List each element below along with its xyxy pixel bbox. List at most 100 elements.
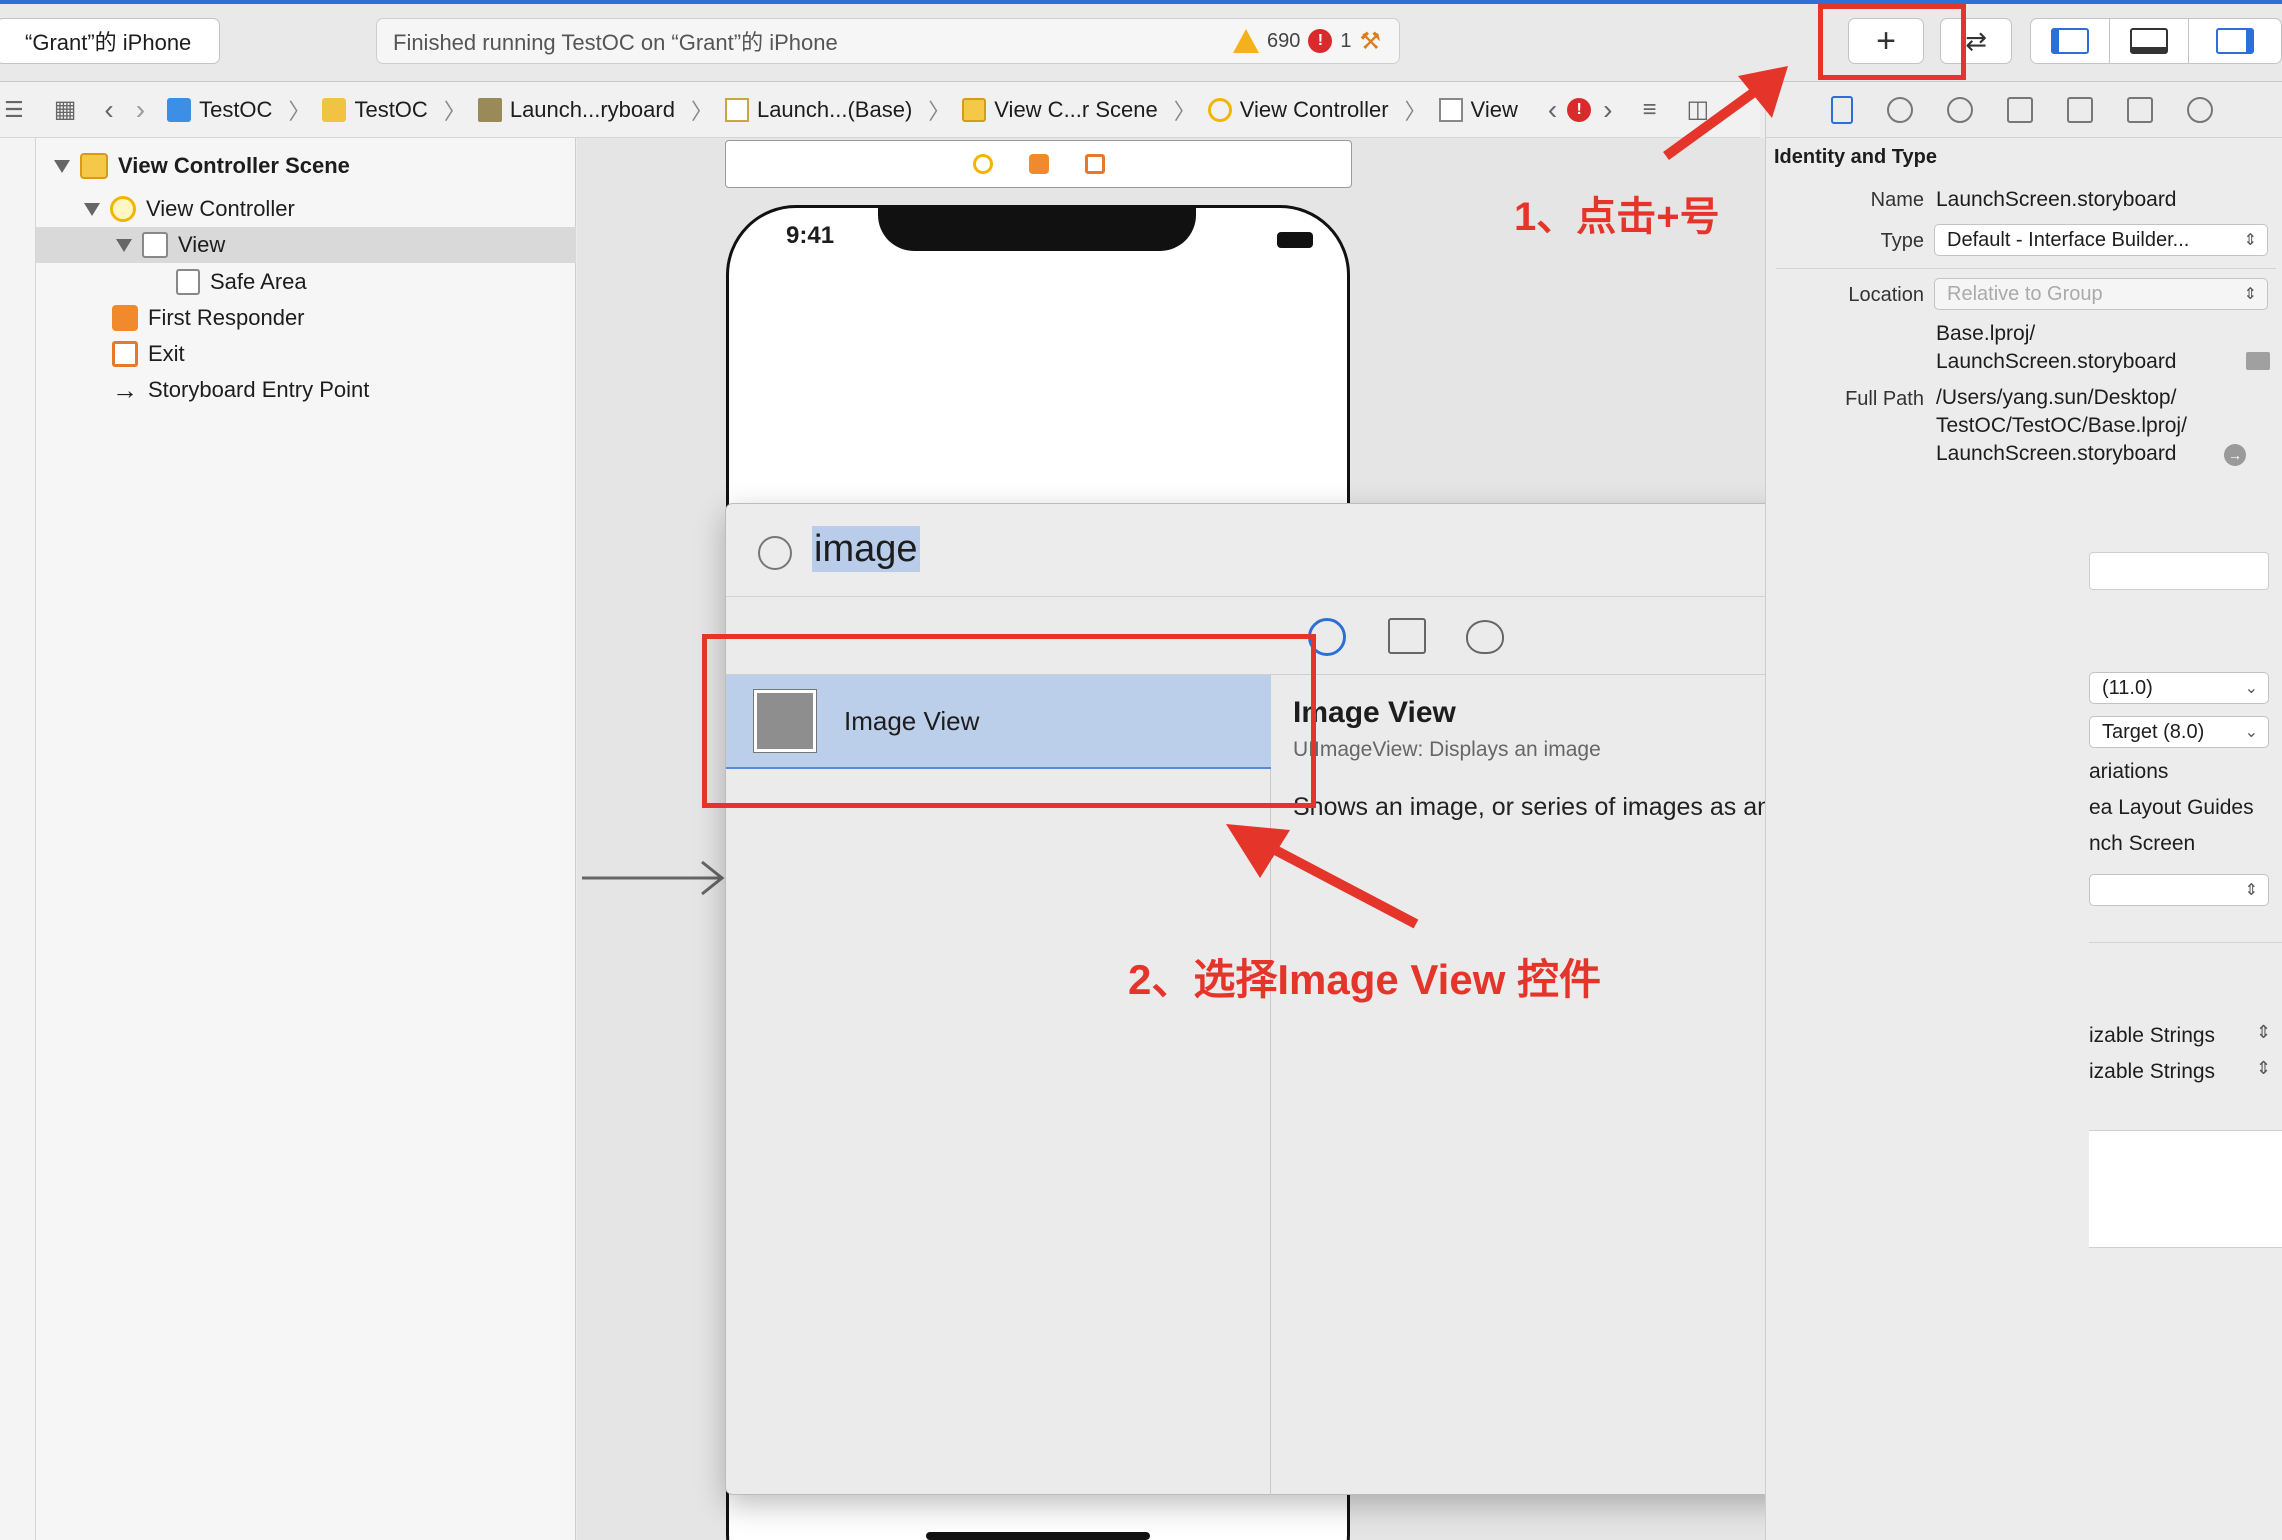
safe-area-guides-checkbox-label[interactable]: ea Layout Guides [2089,796,2254,820]
type-popup[interactable]: Default - Interface Builder... ⇕ [1934,224,2268,256]
grid-icon[interactable]: ▦ [54,95,77,124]
connections-inspector-icon[interactable] [2187,96,2213,123]
updown-chevron-icon: ⇕ [2243,286,2257,303]
disclosure-triangle-icon[interactable] [54,159,70,173]
outline-label: Safe Area [210,269,307,294]
fullpath-line3: LaunchScreen.storyboard [1936,442,2177,465]
attributes-inspector-icon[interactable] [2067,96,2093,123]
status-bar-time: 9:41 [786,222,835,249]
scheme-device-selector[interactable]: “Grant”的 iPhone [0,18,220,64]
partial-popup[interactable]: ⇕ [2089,874,2269,906]
error-count[interactable]: 1 [1340,30,1351,53]
toggle-navigator-button[interactable] [2030,18,2110,64]
breadcrumb-view-controller[interactable]: View Controller [1207,96,1389,123]
help-inspector-icon[interactable] [1947,96,1973,123]
updown-chevron-icon[interactable]: ⇕ [2256,1058,2271,1079]
media-library-tab-icon[interactable] [1388,618,1426,654]
jump-bar: ☰ ▦ ‹ › TestOC 〉 TestOC 〉 Launch...ryboa… [0,82,1760,138]
disclosure-triangle-icon[interactable] [116,238,132,252]
file-icon [724,97,749,122]
error-icon[interactable]: ! [1308,29,1333,53]
folder-icon[interactable] [2246,352,2270,370]
localization-row-1[interactable]: izable Strings [2089,1024,2215,1048]
name-label: Name [1870,189,1924,211]
outline-row-first-responder[interactable]: First Responder [112,300,305,336]
type-label: Type [1880,230,1924,252]
outline-row-view-controller[interactable]: View Controller [84,191,295,227]
view-icon [1438,97,1463,122]
issue-forward-icon[interactable]: › [1603,94,1612,126]
outline-label: First Responder [148,305,305,330]
hammer-icon: ⚒ [1359,27,1381,55]
outline-row-scene[interactable]: View Controller Scene [54,148,350,184]
swap-icon: ⇄ [1965,25,1987,56]
chevron-down-icon: ⌄ [2244,724,2258,741]
scene-icon [962,97,987,122]
annotation-box-image-view [702,634,1316,808]
outline-label: View [178,232,226,257]
safe-area-icon [176,269,200,295]
color-library-tab-icon[interactable] [1466,620,1504,654]
breadcrumb-base-file[interactable]: Launch...(Base) [724,97,912,123]
deployment-target-popup[interactable]: Target (8.0) ⌄ [2089,716,2269,748]
breadcrumb-view[interactable]: View [1438,97,1518,123]
toggle-debug-area-button[interactable] [2109,18,2189,64]
breadcrumb-label: View C...r Scene [994,96,1158,122]
view-controller-icon [110,196,136,222]
text-field-partial[interactable] [2089,552,2269,590]
outline-row-safe-area[interactable]: Safe Area [176,264,307,300]
first-responder-icon[interactable] [1028,154,1049,174]
builds-for-popup[interactable]: (11.0) ⌄ [2089,672,2269,704]
outline-label: Exit [148,341,185,366]
folder-icon [322,97,347,122]
toggle-inspector-button[interactable] [2188,18,2282,64]
file-inspector-icon[interactable] [1831,95,1853,124]
identity-inspector-icon[interactable] [2007,96,2033,123]
home-indicator [926,1532,1150,1540]
localization-row-2[interactable]: izable Strings [2089,1060,2215,1084]
activity-status-text: Finished running TestOC on “Grant”的 iPho… [393,30,838,55]
breadcrumb-storyboard[interactable]: Launch...ryboard [477,96,675,123]
target-membership-list[interactable] [2089,1130,2282,1248]
view-controller-icon[interactable] [972,154,993,174]
breadcrumb-scene[interactable]: View C...r Scene [962,96,1158,123]
warning-count[interactable]: 690 [1267,30,1300,53]
breadcrumb-label: View Controller [1239,96,1389,122]
view-icon [142,232,168,258]
outline-row-view[interactable]: View [116,227,225,263]
annotation-box-plus [1818,4,1966,80]
back-arrow-icon[interactable]: ‹ [104,94,113,126]
outline-row-exit[interactable]: Exit [112,336,185,372]
breadcrumb-label: Launch...ryboard [509,96,675,122]
forward-arrow-icon[interactable]: › [136,94,145,126]
location-path-line1: Base.lproj/ [1936,322,2036,345]
scene-dock[interactable] [725,140,1352,188]
filter-icon[interactable] [758,536,792,570]
updown-chevron-icon[interactable]: ⇕ [2256,1022,2271,1043]
outline-label: View Controller Scene [118,153,350,178]
deployment-target-value: Target (8.0) [2102,720,2205,743]
name-value[interactable]: LaunchScreen.storyboard [1936,188,2177,212]
location-popup[interactable]: Relative to Group ⇕ [1934,278,2268,310]
bottom-panel-icon [2130,28,2168,54]
history-inspector-icon[interactable] [1887,96,1913,123]
warning-icon[interactable] [1232,29,1259,53]
breadcrumb-folder[interactable]: TestOC [322,97,428,123]
outline-row-entry-point[interactable]: → Storyboard Entry Point [112,372,369,408]
library-search-input[interactable]: image [812,526,920,572]
fullpath-line2: TestOC/TestOC/Base.lproj/ [1936,414,2187,437]
related-items-icon[interactable]: ☰ [4,97,24,123]
reveal-arrow-icon[interactable]: → [2224,444,2246,466]
launch-screen-checkbox-label[interactable]: nch Screen [2089,832,2195,856]
exit-icon[interactable] [1084,154,1105,174]
issue-error-icon[interactable]: ! [1567,97,1592,122]
variations-checkbox-label[interactable]: ariations [2089,760,2168,784]
divider [2089,942,2282,943]
detail-subtitle: UIImageView: Displays an image [1293,738,1601,761]
annotation-arrow-2 [1226,824,1419,929]
issue-back-icon[interactable]: ‹ [1548,94,1557,126]
breadcrumb-project[interactable]: TestOC [167,97,272,123]
size-inspector-icon[interactable] [2127,96,2153,123]
left-panel-icon [2051,28,2089,54]
disclosure-triangle-icon[interactable] [84,202,100,216]
